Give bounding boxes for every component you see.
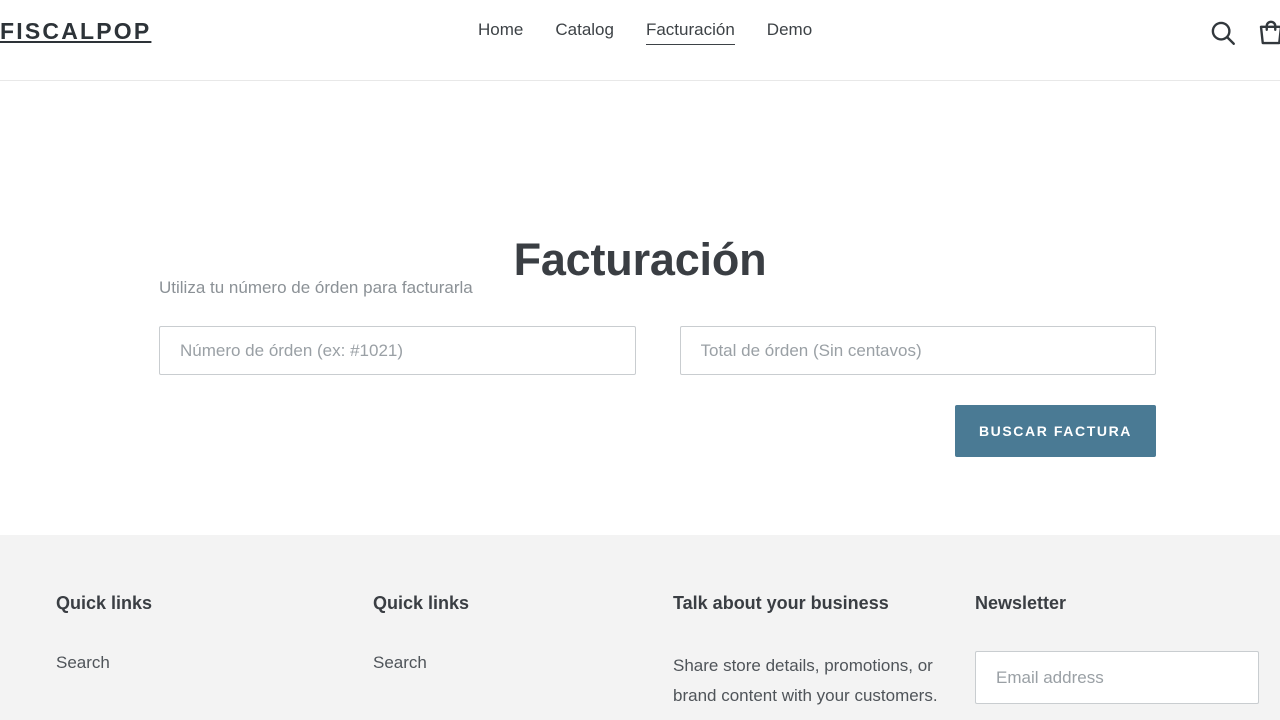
footer-link-search-1[interactable]: Search	[56, 651, 373, 675]
buscar-factura-button[interactable]: BUSCAR FACTURA	[955, 405, 1156, 457]
footer-heading-business: Talk about your business	[673, 591, 975, 615]
site-footer: Quick links Search Quick links Search Ta…	[0, 535, 1280, 720]
nav-item-catalog[interactable]: Catalog	[555, 19, 614, 45]
footer-column-quick-links-2: Quick links Search	[373, 591, 673, 711]
footer-column-quick-links-1: Quick links Search	[56, 591, 373, 711]
form-action-row: BUSCAR FACTURA	[159, 405, 1156, 457]
site-header: FISCALPOP Home Catalog Facturación Demo	[0, 0, 1280, 81]
footer-heading-quick-links-2: Quick links	[373, 591, 673, 615]
order-total-input[interactable]	[680, 326, 1157, 375]
invoice-lookup-form: Utiliza tu número de órden para facturar…	[159, 276, 1156, 457]
nav-item-facturacion[interactable]: Facturación	[646, 19, 735, 45]
form-input-row	[159, 326, 1156, 375]
footer-link-search-2[interactable]: Search	[373, 651, 673, 675]
newsletter-email-input[interactable]	[975, 651, 1259, 704]
header-icon-group	[1208, 18, 1280, 48]
footer-column-newsletter: Newsletter	[975, 591, 1275, 711]
footer-heading-newsletter: Newsletter	[975, 591, 1275, 615]
main-navigation: Home Catalog Facturación Demo	[478, 19, 812, 45]
footer-business-text: Share store details, promotions, or bran…	[673, 651, 941, 711]
order-number-input[interactable]	[159, 326, 636, 375]
nav-item-home[interactable]: Home	[478, 19, 523, 45]
site-logo[interactable]: FISCALPOP	[0, 17, 151, 45]
form-subtitle: Utiliza tu número de órden para facturar…	[159, 276, 1156, 300]
footer-heading-quick-links-1: Quick links	[56, 591, 373, 615]
nav-item-demo[interactable]: Demo	[767, 19, 812, 45]
footer-column-business: Talk about your business Share store det…	[673, 591, 975, 711]
main-content: Facturación Utiliza tu número de órden p…	[0, 81, 1280, 535]
search-icon[interactable]	[1208, 18, 1238, 48]
footer-columns: Quick links Search Quick links Search Ta…	[56, 591, 1280, 711]
cart-icon[interactable]	[1256, 18, 1280, 48]
